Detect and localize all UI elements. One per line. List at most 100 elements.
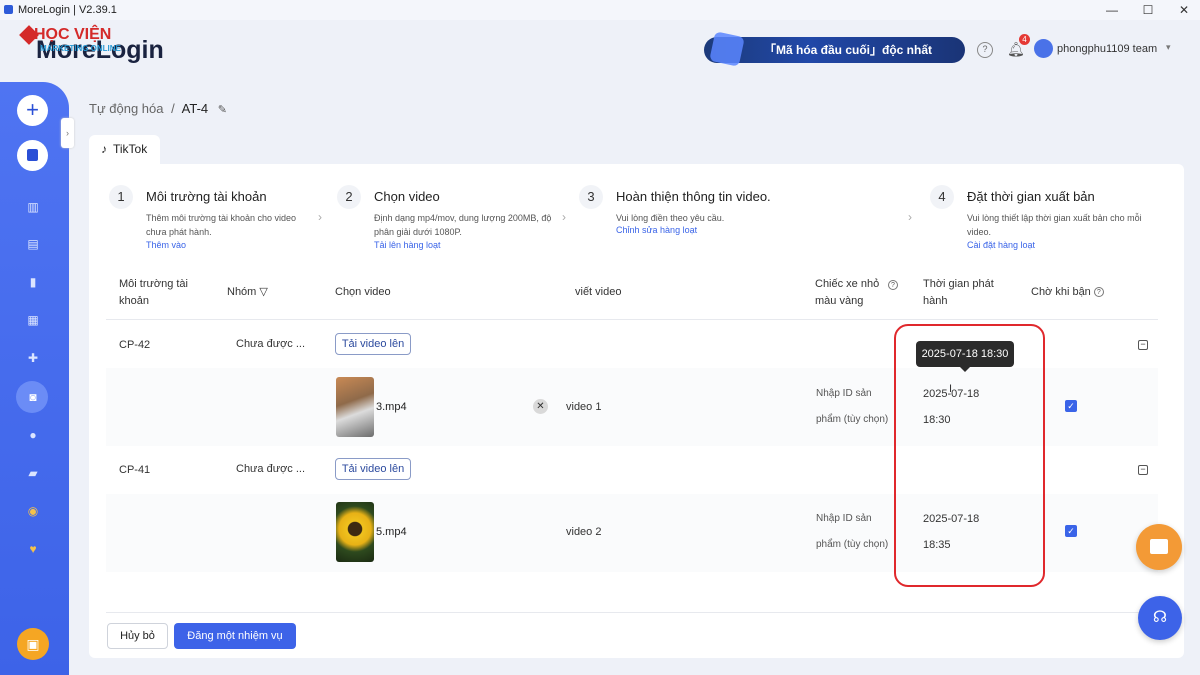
step-number: 4 [930,185,954,209]
col-write: viết video [575,286,622,298]
support-button[interactable]: ☊ [1138,596,1182,640]
filter-icon[interactable]: ▽ [259,286,267,298]
col-env: Môi trường tài khoản [119,278,188,307]
step-number: 1 [109,185,133,209]
file-icon [27,149,38,161]
step-link[interactable]: Cài đặt hàng loạt [967,240,1035,250]
watermark-subtitle: MARKETING ONLINE [40,44,121,53]
breadcrumb: Tự động hóa / AT-4 ✎ [89,101,227,116]
step-title: Chọn video [374,189,440,204]
breadcrumb-parent[interactable]: Tự động hóa [89,101,163,116]
maximize-button[interactable]: ☐ [1140,2,1156,18]
minimize-button[interactable]: — [1104,2,1120,18]
step-link[interactable]: Chỉnh sửa hàng loạt [616,225,697,235]
video-filename: 5.mp4 [376,526,407,538]
gift-icon [1150,539,1168,554]
message-icon: ▣ [26,636,40,652]
step-desc: Thêm môi trường tài khoản cho video chưa… [146,213,296,237]
calendar-icon[interactable]: ▥ [27,201,39,213]
step-number: 2 [337,185,361,209]
help-icon[interactable]: ? [977,42,993,58]
breadcrumb-separator: / [171,101,175,116]
tab-tiktok[interactable]: ♪ TikTok [89,135,160,165]
video-title[interactable]: video 2 [566,526,601,538]
collapse-group-icon[interactable]: − [1138,340,1148,350]
app-logo-icon [4,5,13,14]
col-cart-label: Chiếc xe nhỏ màu vàng [815,278,880,307]
group-id: CP-41 [119,464,151,476]
robot-icon: ◙ [29,390,37,404]
highlight-box [894,324,1045,587]
sidebar: + ▥ ▤ ▮ ▦ ✚ ◙ ● ▰ ◉ ♥ ▣ [0,82,69,675]
col-time: Thời gian phát hành [923,278,994,307]
tab-label: TikTok [113,142,148,156]
video-title[interactable]: video 1 [566,401,601,413]
tiktok-icon: ♪ [101,142,107,156]
submit-task-button[interactable]: Đăng một nhiệm vụ [174,623,296,649]
cart-icon[interactable]: ▰ [27,467,39,479]
edit-icon[interactable]: ✎ [218,103,227,116]
text-cursor-icon: I [949,383,953,395]
window-title: MoreLogin | V2.39.1 [18,4,117,16]
trash-icon[interactable]: ▦ [27,314,39,326]
users-icon[interactable]: ● [27,429,39,441]
clock-icon[interactable]: ◉ [27,505,39,517]
chevron-right-icon: › [908,210,912,224]
chevron-right-icon: › [562,210,566,224]
product-id-input[interactable]: Nhập ID sản phẩm (tùy chọn) [816,506,896,558]
close-button[interactable]: ✕ [1176,2,1192,18]
cancel-button[interactable]: Hủy bỏ [107,623,168,649]
group-id: CP-42 [119,339,151,351]
promo-banner[interactable]: 「Mã hóa đầu cuối」độc nhất [704,31,965,67]
new-button[interactable]: + [17,95,48,126]
step-link[interactable]: Tải lên hàng loạt [374,240,441,250]
info-icon[interactable]: ? [888,280,898,290]
group-select[interactable]: Chưa được ... [227,334,309,354]
remove-video-icon[interactable]: ✕ [533,399,548,414]
step-link[interactable]: Thêm vào [146,240,186,250]
video-filename: 3.mp4 [376,401,407,413]
gift-button[interactable] [1136,524,1182,570]
avatar[interactable] [1034,39,1053,58]
step-number: 3 [579,185,603,209]
col-wait-label: Chờ khi bận [1031,286,1091,298]
sidebar-collapse-button[interactable]: › [61,118,74,148]
col-group-label: Nhóm [227,286,257,298]
group-select[interactable]: Chưa được ... [227,459,309,479]
chevron-right-icon: › [318,210,322,224]
watermark-title: HỌC VIỆN [34,26,112,43]
col-cart: Chiếc xe nhỏ màu vàng? [815,276,898,310]
step-desc: Vui lòng điền theo yêu cầu. [616,213,725,223]
step-title: Đặt thời gian xuất bản [967,189,1095,204]
header-divider [106,319,1158,320]
notification-badge: 4 [1019,34,1030,45]
product-id-input[interactable]: Nhập ID sản phẩm (tùy chọn) [816,381,896,433]
step-title: Hoàn thiện thông tin video. [616,189,771,204]
col-group: Nhóm ▽ [227,284,268,301]
app-header: MoreLogin HỌC VIỆN MARKETING ONLINE 「Mã … [0,20,1200,82]
footer-divider [106,612,1158,613]
doc-icon[interactable]: ▮ [27,276,39,288]
wait-checkbox[interactable]: ✓ [1065,400,1077,412]
banner-text: 「Mã hóa đầu cuối」độc nhất [764,43,933,57]
info-icon[interactable]: ? [1093,287,1104,298]
puzzle-icon[interactable]: ✚ [27,352,39,364]
wait-checkbox[interactable]: ✓ [1065,525,1077,537]
title-bar: MoreLogin | V2.39.1 — ☐ ✕ [0,0,1200,20]
step-desc: Định dạng mp4/mov, dung lượng 200MB, độ … [374,213,552,237]
message-button[interactable]: ▣ [17,628,49,660]
headset-icon: ☊ [1152,609,1168,626]
chevron-down-icon[interactable]: ▾ [1166,42,1171,53]
step-desc: Vui lòng thiết lập thời gian xuất bản ch… [967,213,1142,237]
upload-video-button[interactable]: Tải video lên [335,333,411,355]
col-wait: Chờ khi bận? [1031,284,1104,301]
col-video: Chọn video [335,286,391,298]
collapse-group-icon[interactable]: − [1138,465,1148,475]
step-title: Môi trường tài khoản [146,189,267,204]
team-name[interactable]: phongphu1109 team [1057,43,1157,55]
profile-button[interactable] [17,140,48,171]
heart-icon[interactable]: ♥ [27,543,39,555]
upload-video-button[interactable]: Tải video lên [335,458,411,480]
card-icon[interactable]: ▤ [27,238,39,250]
breadcrumb-current: AT-4 [181,101,209,116]
